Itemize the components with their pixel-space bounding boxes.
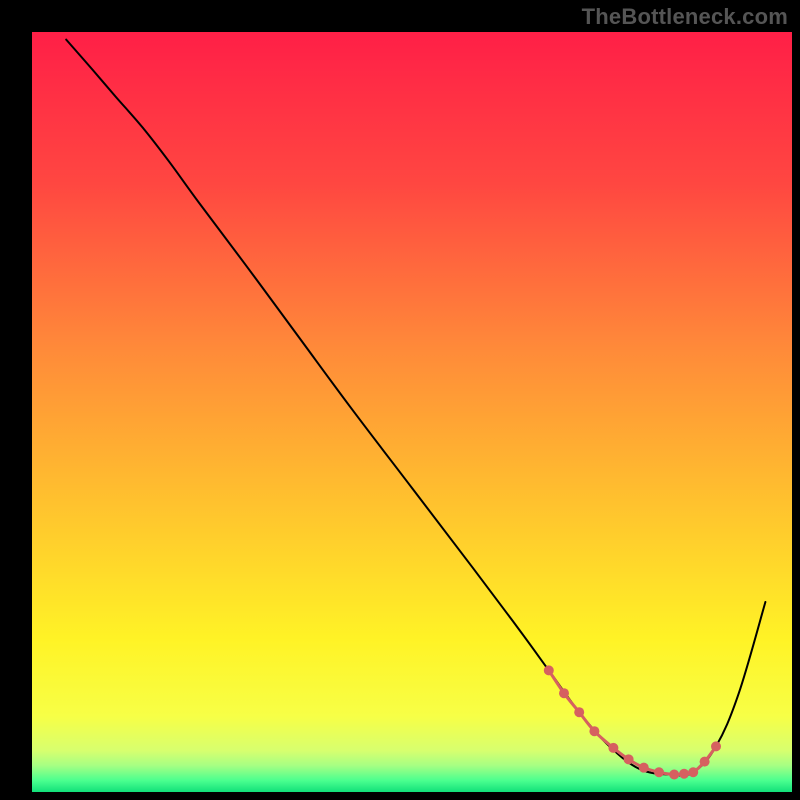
optimal-band-marker xyxy=(654,767,664,777)
optimal-band-marker xyxy=(544,665,554,675)
optimal-band-marker xyxy=(711,741,721,751)
bottleneck-chart xyxy=(0,0,800,800)
optimal-band-marker xyxy=(559,688,569,698)
optimal-band-marker xyxy=(688,767,698,777)
optimal-band-marker xyxy=(574,707,584,717)
optimal-band-marker xyxy=(639,763,649,773)
optimal-band-marker xyxy=(679,769,689,779)
plot-background xyxy=(32,32,792,792)
optimal-band-marker xyxy=(700,757,710,767)
watermark-label: TheBottleneck.com xyxy=(582,4,788,30)
optimal-band-marker xyxy=(608,743,618,753)
optimal-band-marker xyxy=(669,770,679,780)
chart-frame: TheBottleneck.com xyxy=(0,0,800,800)
optimal-band-marker xyxy=(589,726,599,736)
optimal-band-marker xyxy=(624,754,634,764)
